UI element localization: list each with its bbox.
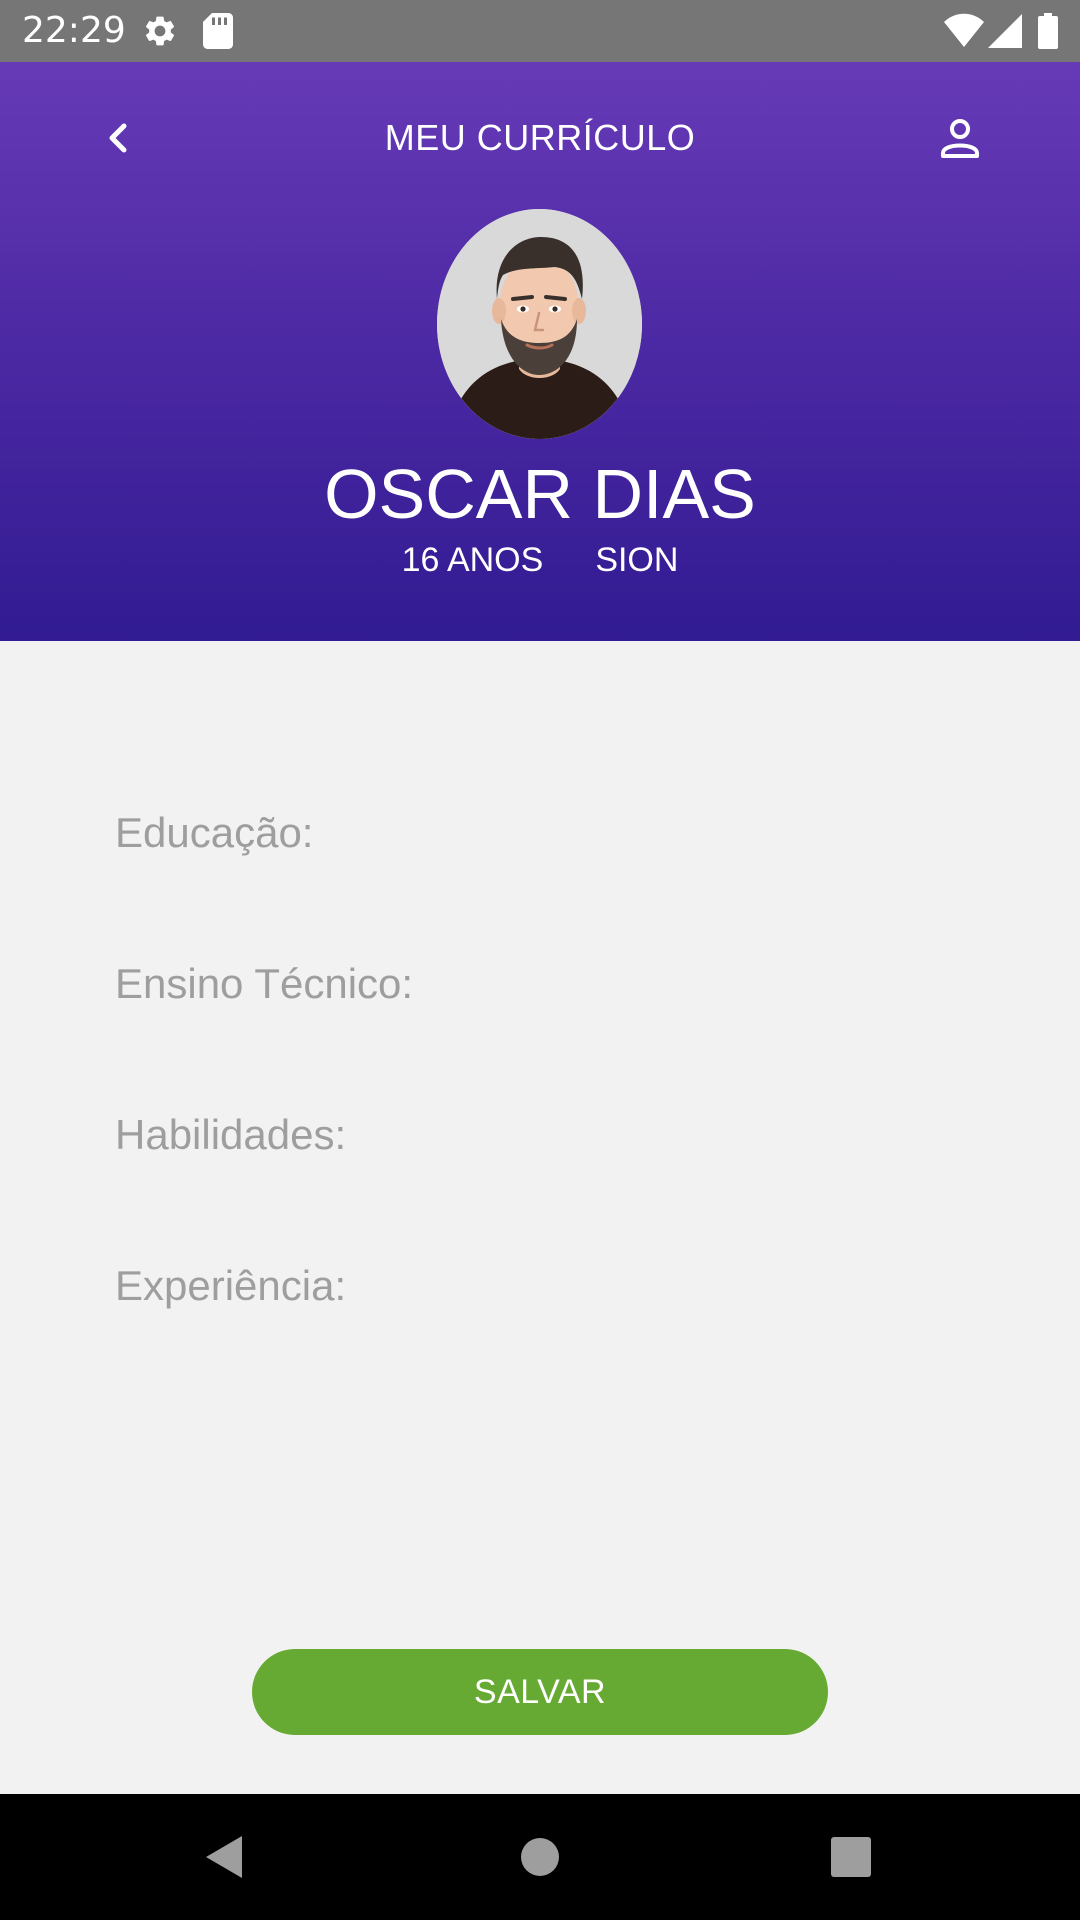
page-title: MEU CURRÍCULO: [384, 117, 696, 158]
save-button[interactable]: SALVAR: [252, 1649, 828, 1735]
user-name: OSCAR DIAS: [324, 455, 756, 533]
battery-icon: [1038, 13, 1058, 49]
status-bar: 22:29: [0, 0, 1080, 62]
profile-header: MEU CURRÍCULO OSCAR DIAS 16 ANOS SION: [0, 62, 1080, 641]
wifi-icon: [944, 13, 984, 47]
system-nav-bar: [0, 1794, 1080, 1920]
back-triangle-icon[interactable]: [200, 1832, 250, 1882]
field-skills[interactable]: Habilidades:: [115, 1109, 346, 1161]
avatar: [437, 209, 642, 439]
field-experience[interactable]: Experiência:: [115, 1260, 346, 1312]
field-education[interactable]: Educação:: [115, 807, 313, 859]
home-circle-icon[interactable]: [515, 1832, 565, 1882]
recents-square-icon[interactable]: [826, 1832, 876, 1882]
gear-icon: [145, 16, 175, 46]
person-icon[interactable]: [934, 112, 986, 164]
user-location: SION: [595, 541, 679, 579]
signal-icon: [988, 14, 1022, 48]
user-meta: 16 ANOS SION: [0, 538, 1080, 582]
status-time: 22:29: [22, 10, 126, 51]
user-age: 16 ANOS: [401, 541, 544, 579]
field-technical-education[interactable]: Ensino Técnico:: [115, 958, 413, 1010]
sd-card-icon: [203, 13, 233, 49]
